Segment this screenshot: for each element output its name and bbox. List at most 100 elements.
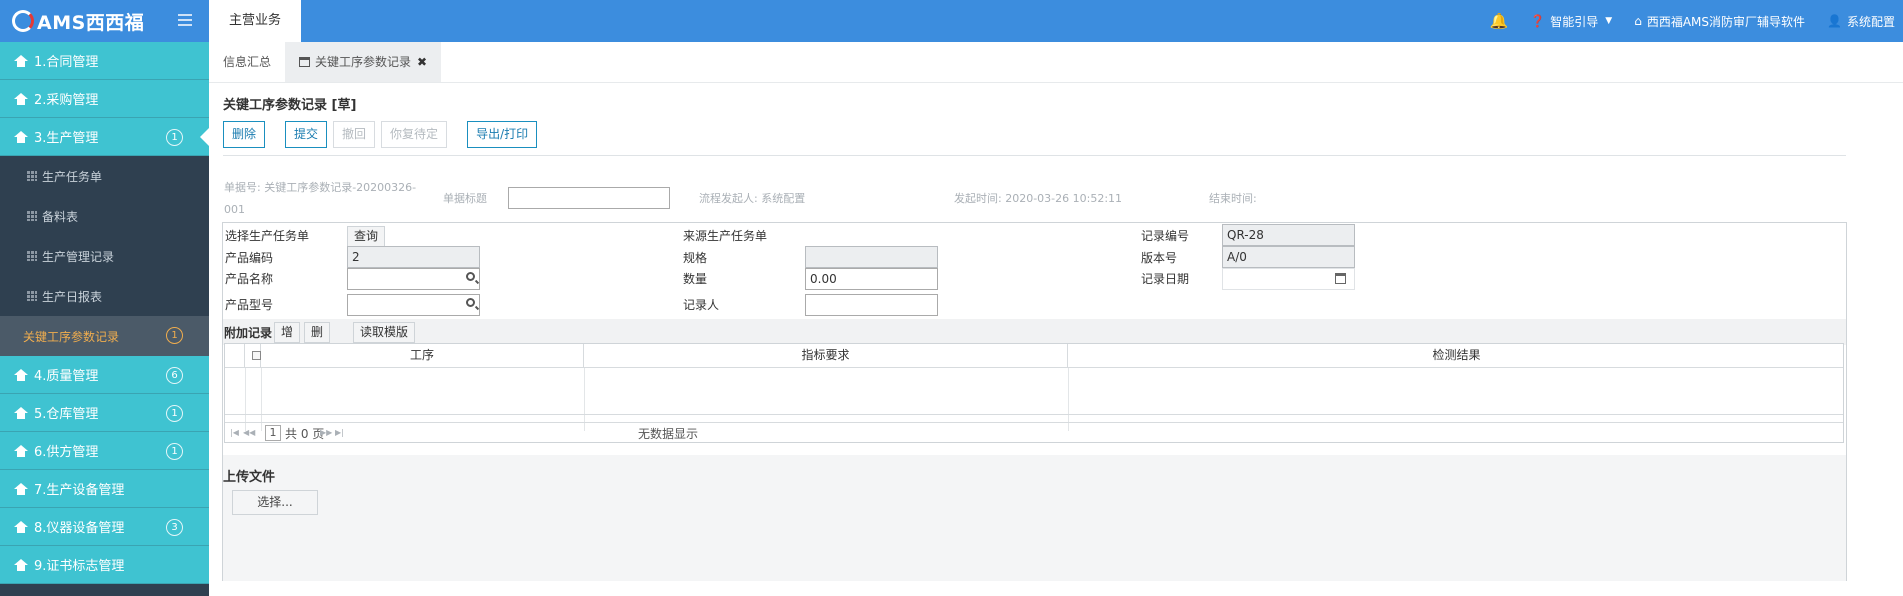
search-icon[interactable] xyxy=(466,298,475,307)
grid-pager: |◀ ◀◀ 1 共 0 页 ▶▶ ▶| 无数据显示 xyxy=(225,422,1843,443)
first-page-icon[interactable]: |◀ xyxy=(230,428,239,437)
grid-icon xyxy=(27,291,37,301)
home-icon: ⌂ xyxy=(1634,14,1642,28)
home-icon xyxy=(14,444,28,457)
add-row-button[interactable]: 增 xyxy=(274,322,301,343)
close-icon[interactable]: ✖ xyxy=(417,42,427,82)
settings-menu[interactable]: 👤 系统配置 xyxy=(1827,13,1895,30)
product-name-field[interactable] xyxy=(347,268,480,290)
sidebar-item-daily-report[interactable]: 生产日报表 xyxy=(0,276,209,316)
record-date-field[interactable] xyxy=(1222,268,1355,290)
quantity-field[interactable]: 0.00 xyxy=(805,268,938,290)
submit-button[interactable]: 提交 xyxy=(285,121,328,148)
grid-rownum-col xyxy=(225,344,245,368)
spec-field[interactable] xyxy=(805,246,938,268)
sidebar-item-warehouse[interactable]: 5.仓库管理 1 xyxy=(0,394,209,432)
top-right-menu: 🔔 ❓ 智能引导 ▼ ⌂ 西西福AMS消防审厂辅导软件 👤 系统配置 xyxy=(1468,0,1895,42)
sidebar-item-certificate[interactable]: 9.证书标志管理 xyxy=(0,546,209,584)
toolbar: 删除 提交 撤回 你复待定 导出/打印 xyxy=(223,121,543,148)
sidebar-item-production-record[interactable]: 生产管理记录 xyxy=(0,236,209,276)
delete-row-button[interactable]: 删 xyxy=(304,322,331,343)
sidebar: 1.合同管理 2.采购管理 3.生产管理 1 生产任务单 备料表 生产管理记录 生… xyxy=(0,42,209,596)
top-bar: AMS西西福 主营业务 🔔 ❓ 智能引导 ▼ ⌂ 西西福AMS消防审厂辅导软件 … xyxy=(0,0,1903,42)
grid-row-divider xyxy=(225,414,1843,415)
prev-page-icon[interactable]: ◀◀ xyxy=(243,428,255,437)
attach-title: 附加记录 xyxy=(224,326,273,340)
count-badge: 1 xyxy=(166,443,183,460)
search-icon[interactable] xyxy=(466,272,475,281)
upload-section: 上传文件 选择... xyxy=(223,455,1846,581)
caret-down-icon: ▼ xyxy=(1605,16,1613,26)
sidebar-item-purchase[interactable]: 2.采购管理 xyxy=(0,80,209,118)
sidebar-item-quality[interactable]: 4.质量管理 6 xyxy=(0,356,209,394)
count-badge: 1 xyxy=(166,129,183,146)
home-icon xyxy=(14,406,28,419)
choose-file-button[interactable]: 选择... xyxy=(232,490,318,515)
record-no-field[interactable]: QR-28 xyxy=(1222,224,1355,246)
question-icon: ❓ xyxy=(1530,14,1546,28)
grid-icon xyxy=(27,171,37,181)
sidebar-item-contract[interactable]: 1.合同管理 xyxy=(0,42,209,80)
count-badge: 3 xyxy=(166,519,183,536)
product-model-label: 产品型号 xyxy=(225,298,274,312)
attach-toolbar: 附加记录 增 删 读取模版 xyxy=(223,319,1846,345)
column-header[interactable]: 指标要求 xyxy=(584,344,1068,368)
pending-button[interactable]: 你复待定 xyxy=(381,121,448,148)
source-task-label: 来源生产任务单 xyxy=(683,229,768,243)
company-link[interactable]: ⌂ 西西福AMS消防审厂辅导软件 xyxy=(1634,13,1805,30)
product-code-field[interactable]: 2 xyxy=(347,246,480,268)
sidebar-item-material-list[interactable]: 备料表 xyxy=(0,196,209,236)
logo: AMS西西福 xyxy=(12,8,144,34)
initiator: 流程发起人: 系统配置 xyxy=(699,192,806,205)
attach-grid: 工序 指标要求 检测结果 |◀ ◀◀ 1 共 0 页 ▶▶ ▶| 无数据显示 xyxy=(224,343,1844,443)
select-all-checkbox[interactable] xyxy=(252,351,261,360)
page-number-input[interactable]: 1 xyxy=(265,425,281,441)
product-code-label: 产品编码 xyxy=(225,251,274,265)
sidebar-item-supplier[interactable]: 6.供方管理 1 xyxy=(0,432,209,470)
column-header[interactable]: 检测结果 xyxy=(1068,344,1845,368)
sidebar-item-production-task[interactable]: 生产任务单 xyxy=(0,156,209,196)
start-time: 发起时间: 2020-03-26 10:52:11 xyxy=(954,192,1123,205)
home-icon xyxy=(14,482,28,495)
last-page-icon[interactable]: ▶| xyxy=(335,428,344,437)
product-model-field[interactable] xyxy=(347,294,480,316)
recorder-field[interactable] xyxy=(805,294,938,316)
count-badge: 1 xyxy=(166,405,183,422)
doc-no: 单据号: 关键工序参数记录-20200326- xyxy=(224,181,417,194)
query-button[interactable]: 查询 xyxy=(347,226,386,247)
calendar-icon[interactable] xyxy=(1335,273,1346,284)
sidebar-item-production[interactable]: 3.生产管理 1 xyxy=(0,118,209,156)
end-time-label: 结束时间: xyxy=(1209,192,1257,205)
guide-dropdown[interactable]: ❓ 智能引导 ▼ xyxy=(1530,13,1612,30)
notifications-button[interactable]: 🔔 xyxy=(1490,12,1509,30)
logo-area: AMS西西福 xyxy=(0,0,209,42)
column-header[interactable]: 工序 xyxy=(261,344,584,368)
delete-button[interactable]: 删除 xyxy=(223,121,266,148)
count-badge: 6 xyxy=(166,367,183,384)
tab-summary[interactable]: 信息汇总 xyxy=(209,42,285,82)
read-template-button[interactable]: 读取模版 xyxy=(353,322,416,343)
logo-mark-icon xyxy=(12,10,34,32)
bell-icon: 🔔 xyxy=(1489,12,1509,30)
sidebar-item-equipment[interactable]: 7.生产设备管理 xyxy=(0,470,209,508)
doc-no-cont: 001 xyxy=(224,203,245,216)
tab-key-process[interactable]: 关键工序参数记录 ✖ xyxy=(285,42,442,82)
home-icon xyxy=(14,368,28,381)
sidebar-item-key-process[interactable]: 关键工序参数记录 1 xyxy=(0,316,209,356)
sidebar-item-instrument[interactable]: 8.仪器设备管理 3 xyxy=(0,508,209,546)
spec-label: 规格 xyxy=(683,251,708,265)
withdraw-button[interactable]: 撤回 xyxy=(333,121,376,148)
menu-toggle-icon[interactable] xyxy=(178,14,192,26)
tab-main-business[interactable]: 主营业务 xyxy=(209,0,301,42)
count-badge: 1 xyxy=(166,327,183,344)
grid-icon xyxy=(27,251,37,261)
export-print-button[interactable]: 导出/打印 xyxy=(467,121,538,148)
home-icon xyxy=(14,558,28,571)
next-page-icon[interactable]: ▶▶ xyxy=(320,428,332,437)
doc-title-input[interactable] xyxy=(508,187,670,209)
home-icon xyxy=(14,520,28,533)
select-task-label: 选择生产任务单 xyxy=(225,229,310,243)
version-field[interactable]: A/0 xyxy=(1222,246,1355,268)
form-panel: 选择生产任务单 查询 来源生产任务单 记录编号 QR-28 产品编码 2 规格 … xyxy=(222,222,1847,581)
product-name-label: 产品名称 xyxy=(225,272,274,286)
